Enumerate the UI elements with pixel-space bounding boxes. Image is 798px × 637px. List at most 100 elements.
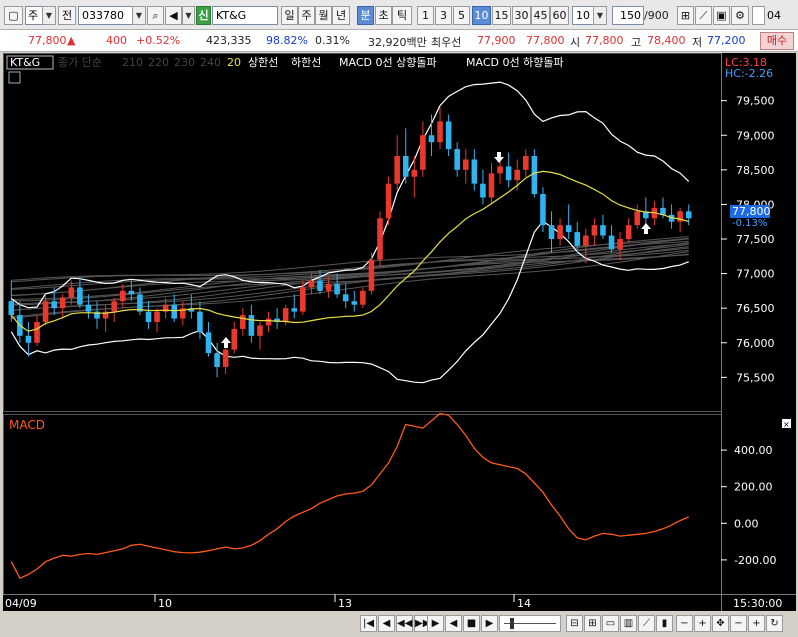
indicator-icon[interactable]: ⟋ [695, 6, 712, 25]
interval-select[interactable]: 10 [572, 6, 594, 25]
interval-60[interactable]: 60 [550, 6, 569, 25]
current-price: 77,800 [28, 34, 67, 47]
interval-45[interactable]: 45 [531, 6, 550, 25]
candle-body [42, 301, 49, 322]
candle-body [291, 308, 298, 312]
zoom-in-icon[interactable]: ⊞ [584, 615, 601, 632]
interval-3[interactable]: 3 [435, 6, 452, 25]
trade-amount: 32,920백만 [368, 36, 427, 49]
grid-toggle-icon[interactable] [8, 71, 21, 84]
scroll-left-icon[interactable]: ◀ [445, 615, 462, 632]
candle-body [85, 304, 92, 312]
candle-body [317, 280, 323, 291]
bar-chart-icon[interactable]: ▥ [620, 615, 637, 632]
search-icon[interactable]: ⌕ [147, 6, 164, 25]
crosshair-icon[interactable]: ⊞ [677, 6, 694, 25]
period-week[interactable]: 주 [298, 6, 315, 25]
chevron-down-icon[interactable]: ▼ [132, 6, 146, 25]
candle-body [608, 235, 615, 250]
period-day[interactable]: 일 [281, 6, 298, 25]
refresh-icon[interactable]: ↻ [766, 615, 783, 632]
plus-icon[interactable]: + [748, 615, 765, 632]
stop-icon[interactable]: ■ [463, 615, 480, 632]
low-price: 77,200 [707, 34, 746, 47]
price-panel-frame [3, 53, 722, 412]
speaker-icon[interactable]: ◀ [165, 6, 182, 25]
up-arrow-icon: ▲ [67, 34, 76, 47]
shrink-icon[interactable]: − [676, 615, 693, 632]
candle-body [205, 332, 212, 354]
date-checkbox[interactable] [752, 6, 765, 25]
period-year[interactable]: 년 [332, 6, 350, 25]
period-month[interactable]: 월 [315, 6, 332, 25]
candle-body [600, 225, 606, 236]
macd-y-tick-label: -200.00 [734, 554, 776, 567]
expand-icon[interactable]: + [694, 615, 711, 632]
candle-body [128, 290, 135, 295]
quote-bar: 77,800 ▲ 400 +0.52% 423,335 98.82% 0.31%… [0, 30, 798, 52]
open-label: 시 [570, 36, 581, 49]
candle-body [171, 304, 177, 319]
interval-1[interactable]: 1 [417, 6, 434, 25]
line-chart-icon[interactable]: ⟋ [638, 615, 655, 632]
macd-polyline [10, 412, 689, 580]
interval-5[interactable]: 5 [453, 6, 470, 25]
candle-body [265, 318, 272, 326]
play-icon[interactable]: ▶ [427, 615, 444, 632]
candle-body [445, 121, 452, 150]
high-price: 78,400 [647, 34, 686, 47]
period-tick[interactable]: 틱 [392, 6, 412, 25]
scroll-fast-left-icon[interactable]: ◀◀ [396, 615, 413, 632]
window-icon[interactable]: ▢ [4, 6, 23, 25]
interval-30[interactable]: 30 [512, 6, 531, 25]
stock-name-field[interactable]: KT&G [212, 6, 278, 25]
chart-area[interactable]: KT&G 종가 단순 210 220 230 240 20 상한선 하한선 MA… [3, 53, 796, 611]
candle-body [248, 315, 255, 336]
candle-icon[interactable]: ▮ [656, 615, 673, 632]
candle-body [334, 283, 340, 295]
credit-badge: 신 [196, 6, 211, 25]
zoom-out-icon[interactable]: ⊟ [566, 615, 583, 632]
buy-button[interactable]: 매수 [760, 32, 794, 50]
chevron-down-icon[interactable]: ▼ [593, 6, 607, 25]
candle-body [497, 166, 503, 174]
save-icon[interactable]: ▣ [713, 6, 730, 25]
interval-15[interactable]: 15 [492, 6, 511, 25]
y-tick-label: 77,000 [736, 268, 775, 281]
best-bid: 77,800 [526, 34, 565, 47]
market-select[interactable]: 주 [25, 6, 43, 25]
chevron-down-icon[interactable]: ▼ [182, 6, 195, 25]
macd-y-tick-label: 200.00 [734, 481, 773, 494]
count-input[interactable]: 150 [612, 6, 644, 25]
gear-icon[interactable]: ⚙ [731, 6, 749, 25]
time-label: 14 [517, 597, 531, 610]
move-icon[interactable]: ✥ [712, 615, 729, 632]
chevron-down-icon[interactable]: ▼ [42, 6, 56, 25]
fit-icon[interactable]: ▭ [602, 615, 619, 632]
close-icon-glyph: × [783, 420, 790, 429]
candle-body [531, 156, 538, 195]
high-label: 고 [631, 36, 642, 49]
interval-10[interactable]: 10 [472, 6, 491, 25]
scroll-right-icon[interactable]: ▶ [481, 615, 498, 632]
time-label: 15:30:00 [733, 597, 782, 610]
period-minute[interactable]: 분 [357, 6, 374, 25]
period-second[interactable]: 초 [375, 6, 392, 25]
grey-ma-line [11, 246, 689, 312]
code-input[interactable]: 033780 [78, 6, 133, 25]
scroll-start-icon[interactable]: |◀ [360, 615, 377, 632]
prev-button[interactable]: 전 [58, 6, 76, 25]
candles [8, 107, 692, 378]
scroll-left-icon[interactable]: ◀ [378, 615, 395, 632]
turnover-ratio: 0.31% [315, 34, 350, 47]
candle-body [197, 311, 203, 333]
zoom-slider[interactable] [499, 615, 561, 632]
ma-legend-20: 20 [227, 56, 241, 69]
candle-body [119, 290, 126, 302]
chart-svg[interactable]: KT&G 종가 단순 210 220 230 240 20 상한선 하한선 MA… [3, 53, 796, 611]
minus-icon[interactable]: − [730, 615, 747, 632]
open-price: 77,800 [585, 34, 624, 47]
candle-body [625, 225, 632, 239]
current-price-tag-text: 77,800 [732, 205, 771, 218]
macd-up-legend: MACD 0선 상향돌파 [339, 56, 437, 69]
